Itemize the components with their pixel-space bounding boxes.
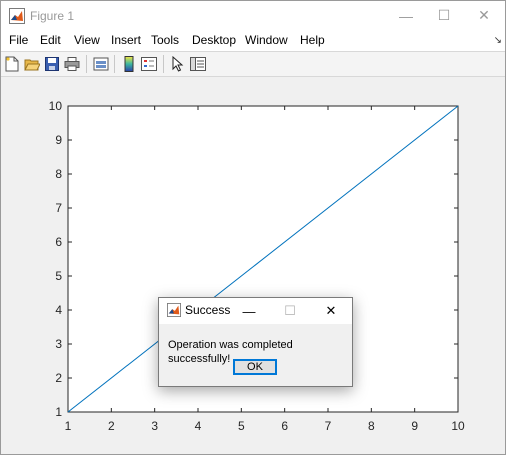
y-tick-label: 2 <box>55 371 62 385</box>
menu-file[interactable]: File <box>9 33 28 48</box>
link-plot-icon[interactable] <box>92 55 110 73</box>
dialog-minimize-button[interactable]: — <box>229 298 269 324</box>
x-tick-label: 4 <box>195 419 202 433</box>
success-dialog: Success — ☐ ✕ Operation was completed su… <box>158 297 353 387</box>
x-tick-label: 1 <box>65 419 72 433</box>
dialog-maximize-button: ☐ <box>270 298 310 324</box>
toolbar-separator <box>86 55 87 73</box>
toolbar-separator <box>163 55 164 73</box>
y-tick-label: 3 <box>55 337 62 351</box>
figure-window: Figure 1 — ☐ ✕ File Edit View Insert Too… <box>0 0 506 455</box>
y-tick-label: 10 <box>49 99 63 113</box>
menu-tools[interactable]: Tools <box>151 33 179 48</box>
y-tick-label: 9 <box>55 133 62 147</box>
figure-toolbar <box>1 51 505 77</box>
title-bar[interactable]: Figure 1 — ☐ ✕ <box>1 1 505 30</box>
y-tick-label: 7 <box>55 201 62 215</box>
maximize-icon: ☐ <box>437 7 451 23</box>
menu-desktop[interactable]: Desktop <box>192 33 236 48</box>
figure-canvas: 1 2 3 4 5 6 7 8 9 10 1 2 3 4 5 6 7 8 9 10 <box>1 77 505 454</box>
x-tick-label: 9 <box>411 419 418 433</box>
menu-window[interactable]: Window <box>245 33 288 48</box>
dialog-title: Success <box>185 303 231 317</box>
minimize-icon: — <box>399 7 413 24</box>
property-inspector-icon[interactable] <box>189 55 207 73</box>
y-tick-label: 6 <box>55 235 62 249</box>
x-tick-label: 8 <box>368 419 375 433</box>
save-icon[interactable] <box>43 55 61 73</box>
toolbar-separator <box>114 55 115 73</box>
window-title: Figure 1 <box>30 9 75 23</box>
dock-arrow-icon[interactable]: ↘ <box>494 35 502 46</box>
edit-plot-icon[interactable] <box>169 55 187 73</box>
x-tick-label: 7 <box>325 419 332 433</box>
minimize-icon: — <box>242 303 256 319</box>
axes-chart[interactable]: 1 2 3 4 5 6 7 8 9 10 1 2 3 4 5 6 7 8 9 10 <box>1 77 505 454</box>
menu-edit[interactable]: Edit <box>40 33 61 48</box>
insert-colorbar-icon[interactable] <box>120 55 138 73</box>
x-tick-label: 10 <box>451 419 465 433</box>
x-tick-label: 5 <box>238 419 245 433</box>
insert-legend-icon[interactable] <box>140 55 158 73</box>
menu-view[interactable]: View <box>74 33 100 48</box>
ok-button[interactable]: OK <box>233 359 277 375</box>
open-file-icon[interactable] <box>23 55 41 73</box>
maximize-icon: ☐ <box>284 303 296 318</box>
menu-insert[interactable]: Insert <box>111 33 141 48</box>
matlab-logo-icon <box>167 303 181 317</box>
dialog-close-button[interactable]: ✕ <box>311 298 351 324</box>
x-tick-label: 2 <box>108 419 115 433</box>
dialog-title-bar[interactable]: Success — ☐ ✕ <box>159 298 352 324</box>
close-window-button[interactable]: ✕ <box>461 1 505 30</box>
close-icon: ✕ <box>478 7 490 23</box>
new-figure-icon[interactable] <box>3 55 21 73</box>
y-tick-label: 1 <box>55 405 62 419</box>
print-icon[interactable] <box>63 55 81 73</box>
menu-help[interactable]: Help <box>300 33 325 48</box>
y-tick-label: 8 <box>55 167 62 181</box>
x-tick-label: 6 <box>281 419 288 433</box>
x-tick-label: 3 <box>151 419 158 433</box>
menu-bar: File Edit View Insert Tools Desktop Wind… <box>1 30 505 51</box>
matlab-logo-icon <box>9 8 25 24</box>
close-icon: ✕ <box>325 303 337 318</box>
y-tick-label: 5 <box>55 269 62 283</box>
y-tick-label: 4 <box>55 303 62 317</box>
